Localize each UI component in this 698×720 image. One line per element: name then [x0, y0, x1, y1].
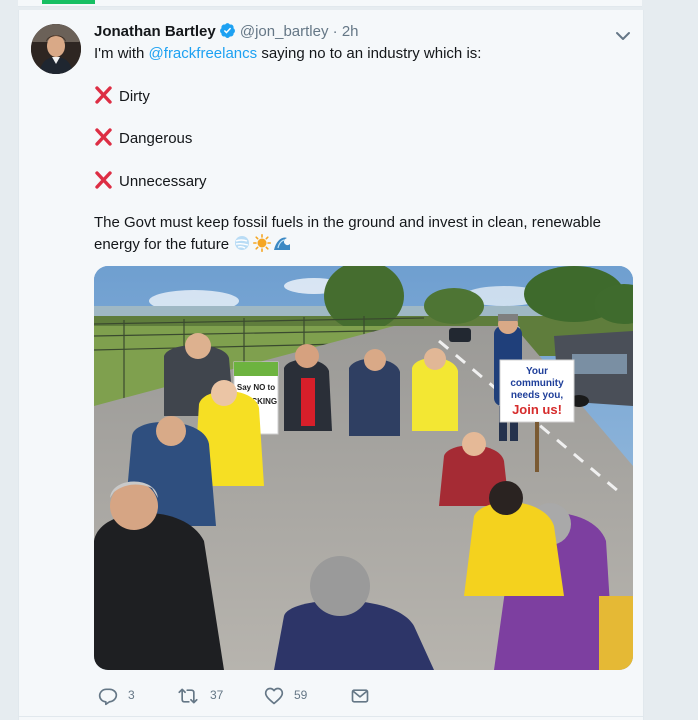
list-item-unnecessary: Unnecessary — [94, 171, 634, 192]
reply-icon — [98, 688, 118, 706]
avatar-photo — [31, 24, 81, 74]
reply-count: 3 — [128, 688, 135, 702]
heart-icon — [264, 687, 284, 705]
tweet-body-line-2: energy for the future — [94, 234, 634, 255]
list-item-label: Dirty — [119, 88, 150, 105]
tweet-intro-line: I'm with @frackfreelancs saying no to an… — [94, 44, 634, 64]
sign-right-line-2: community — [510, 378, 564, 389]
intro-prefix: I'm with — [94, 45, 149, 62]
cross-mark-icon — [94, 171, 113, 189]
list-item-label: Unnecessary — [119, 173, 207, 190]
wave-icon — [273, 234, 291, 252]
active-tab-indicator — [42, 0, 95, 4]
tweet-divider — [19, 716, 643, 717]
retweet-button[interactable]: 37 — [178, 683, 238, 707]
sun-icon — [253, 234, 272, 253]
protest-photo-scene: Your community needs you, Join us! Say N… — [94, 266, 633, 670]
tweet-body-line-1: The Govt must keep fossil fuels in the g… — [94, 214, 601, 231]
tweet-header: Jonathan Bartley @jon_bartley · 2h — [94, 22, 604, 44]
list-item-dangerous: Dangerous — [94, 128, 634, 149]
tweet-timestamp[interactable]: 2h — [342, 23, 359, 40]
wind-face-icon — [233, 234, 251, 252]
list-item-dirty: Dirty — [94, 86, 634, 107]
sign-left-line-1: Say NO to — [237, 383, 275, 392]
sign-right-line-4: Join us! — [512, 402, 562, 417]
sign-right-line-1: Your — [526, 366, 548, 377]
cross-mark-icon — [94, 86, 113, 104]
twitter-page: Jonathan Bartley @jon_bartley · 2h I'm w… — [0, 0, 698, 720]
intro-suffix: saying no to an industry which is: — [257, 45, 482, 62]
header-separator: · — [332, 23, 338, 40]
cross-mark-icon — [94, 128, 113, 146]
list-item-label: Dangerous — [119, 130, 193, 147]
body-line-2-text: energy for the future — [94, 236, 230, 253]
author-handle[interactable]: @jon_bartley — [240, 23, 329, 40]
tweet-photo[interactable]: Your community needs you, Join us! Say N… — [94, 266, 633, 670]
direct-message-button[interactable] — [350, 683, 374, 707]
sign-right-line-3: needs you, — [511, 390, 563, 401]
chevron-down-icon[interactable] — [615, 28, 631, 44]
like-button[interactable]: 59 — [264, 683, 324, 707]
previous-tweet-edge — [18, 0, 642, 7]
like-count: 59 — [294, 688, 308, 702]
retweet-count: 37 — [210, 688, 224, 702]
avatar[interactable] — [31, 24, 81, 74]
tweet-actions: 3 37 59 — [94, 683, 424, 707]
author-name[interactable]: Jonathan Bartley — [94, 23, 216, 40]
mention-link[interactable]: @frackfreelancs — [149, 45, 258, 62]
verified-badge-icon — [219, 22, 236, 45]
retweet-icon — [178, 688, 198, 704]
tweet-card[interactable]: Jonathan Bartley @jon_bartley · 2h I'm w… — [18, 10, 644, 720]
reply-button[interactable]: 3 — [98, 683, 146, 707]
envelope-icon — [351, 689, 369, 703]
